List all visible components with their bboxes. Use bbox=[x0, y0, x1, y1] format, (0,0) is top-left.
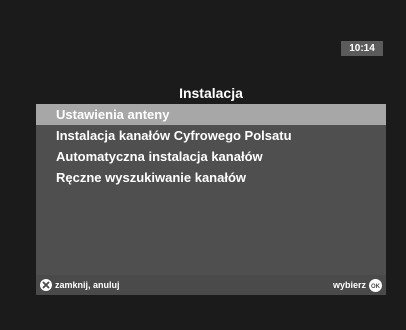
close-label: zamknij, anuluj bbox=[55, 280, 120, 290]
select-label: wybierz bbox=[332, 280, 366, 290]
page-title: Instalacja bbox=[179, 85, 243, 101]
x-button-icon bbox=[40, 279, 52, 291]
tv-screen: 10:14 Instalacja Ustawienia anteny Insta… bbox=[0, 0, 406, 330]
menu-item-manual-channel-search[interactable]: Ręczne wyszukiwanie kanałów bbox=[36, 167, 386, 188]
close-hint[interactable]: zamknij, anuluj bbox=[40, 275, 120, 295]
select-hint[interactable]: wybierz OK bbox=[333, 275, 382, 295]
menu-item-polsat-channel-install[interactable]: Instalacja kanałów Cyfrowego Polsatu bbox=[36, 125, 386, 146]
menu-item-antenna-settings[interactable]: Ustawienia anteny bbox=[36, 104, 386, 125]
installation-menu: Ustawienia anteny Instalacja kanałów Cyf… bbox=[36, 104, 386, 188]
ok-glyph: OK bbox=[371, 284, 381, 290]
menu-panel: Ustawienia anteny Instalacja kanałów Cyf… bbox=[36, 104, 386, 275]
footer-bar: zamknij, anuluj wybierz OK bbox=[36, 275, 386, 295]
ok-button-icon: OK bbox=[369, 278, 382, 292]
clock-display: 10:14 bbox=[341, 41, 383, 56]
menu-item-auto-channel-install[interactable]: Automatyczna instalacja kanałów bbox=[36, 146, 386, 167]
